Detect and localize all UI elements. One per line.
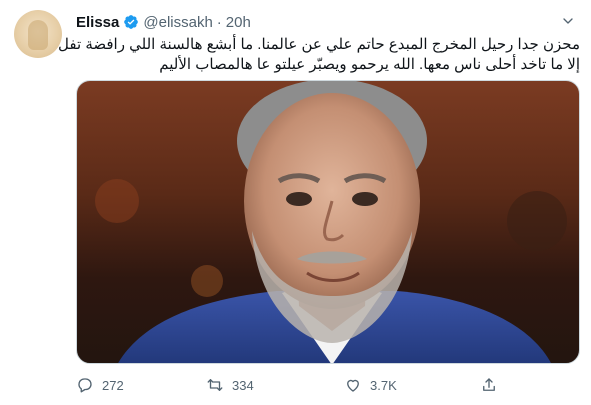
tweet-card[interactable]: Elissa @elissakh · 20h محزن جدا رحيل الم…	[0, 0, 591, 405]
share-button[interactable]	[480, 374, 498, 396]
avatar[interactable]	[14, 10, 62, 58]
verified-badge-icon	[123, 14, 139, 30]
like-button[interactable]: 3.7K	[344, 374, 397, 396]
reply-icon	[78, 378, 92, 393]
reply-button[interactable]: 272	[76, 374, 124, 396]
author-name[interactable]: Elissa	[76, 14, 119, 31]
retweet-count: 334	[232, 377, 254, 393]
avatar-figure	[28, 20, 48, 50]
portrait-photo-icon	[95, 81, 567, 363]
like-count: 3.7K	[370, 377, 397, 393]
heart-icon	[347, 379, 359, 392]
tweet-text-line: إلا ما تاخد أحلى ناس معها. الله يرحمو وي…	[159, 56, 580, 73]
more-options-chevron-icon[interactable]	[559, 12, 577, 30]
tweet-actions: 272 334 3.7K	[76, 374, 580, 396]
share-icon	[483, 378, 495, 391]
tweet-text-line: محزن جدا رحيل المخرج المبدع حاتم علي عن …	[58, 36, 580, 53]
header-separator: ·	[216, 13, 222, 31]
retweet-button[interactable]: 334	[206, 374, 254, 396]
tweet-photo[interactable]	[76, 80, 580, 364]
tweet-text: محزن جدا رحيل المخرج المبدع حاتم علي عن …	[58, 35, 580, 75]
retweet-icon	[207, 379, 223, 391]
tweet-header: Elissa @elissakh · 20h	[76, 12, 251, 32]
tweet-time[interactable]: 20h	[226, 14, 251, 31]
reply-count: 272	[102, 377, 124, 393]
author-handle[interactable]: @elissakh	[143, 14, 212, 31]
